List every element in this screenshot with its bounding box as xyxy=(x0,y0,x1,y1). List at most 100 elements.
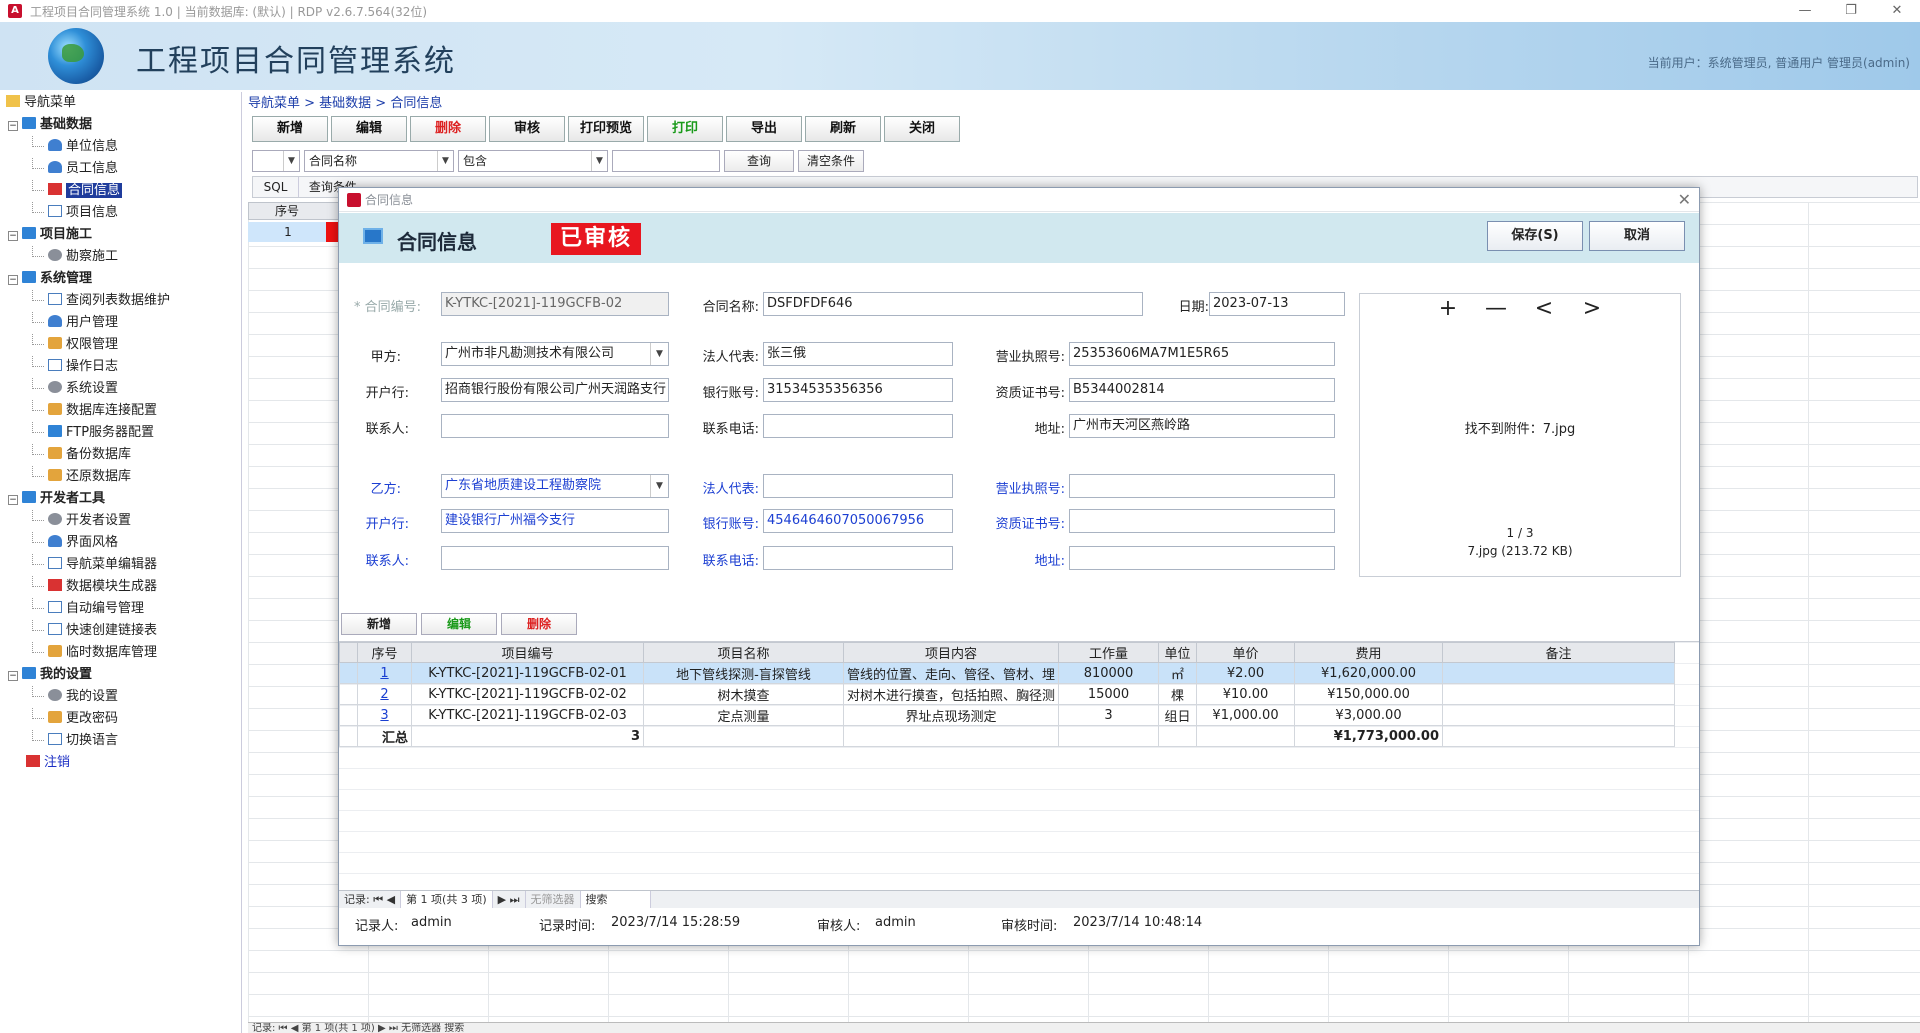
grid-row[interactable]: 1 xyxy=(248,222,328,242)
nav-item-backup[interactable]: 备份数据库 xyxy=(0,444,241,466)
a-phone-field[interactable] xyxy=(763,414,953,438)
operator-select[interactable]: 包含 ▼ xyxy=(458,150,608,172)
cancel-button[interactable]: 取消 xyxy=(1589,221,1685,251)
field-select[interactable]: 合同名称 ▼ xyxy=(304,150,454,172)
delete-button[interactable]: 删除 xyxy=(410,116,486,142)
nav-item-users[interactable]: 用户管理 xyxy=(0,312,241,334)
contract-name-field[interactable]: DSFDFDF646 xyxy=(763,292,1143,316)
filter-value-input[interactable] xyxy=(612,150,720,172)
zoom-out-icon[interactable]: — xyxy=(1483,296,1509,321)
contract-no-field[interactable]: K-YTKC-[2021]-119GCFB-02 xyxy=(441,292,669,316)
record-nav-first[interactable]: 记录: ⏮ ◀ xyxy=(339,891,402,908)
close-button[interactable]: 关闭 xyxy=(884,116,960,142)
b-contact-field[interactable] xyxy=(441,546,669,570)
collapse-icon[interactable]: − xyxy=(8,275,18,285)
close-window-button[interactable]: ✕ xyxy=(1874,0,1920,22)
nav-item-permissions[interactable]: 权限管理 xyxy=(0,334,241,356)
col-header-seq[interactable]: 序号 xyxy=(357,642,412,663)
paren-select[interactable]: ▼ xyxy=(252,150,300,172)
nav-item-menueditor[interactable]: 导航菜单编辑器 xyxy=(0,554,241,576)
nav-item-mysettings[interactable]: 我的设置 xyxy=(0,686,241,708)
a-legal-rep-field[interactable]: 张三俄 xyxy=(763,342,953,366)
row-selector-header[interactable] xyxy=(339,642,358,663)
nav-group-mysettings[interactable]: − 我的设置 xyxy=(0,664,241,686)
record-nav-next[interactable]: ▶ ⏭ xyxy=(493,891,526,908)
nav-group-basic[interactable]: − 基础数据 xyxy=(0,114,241,136)
record-position[interactable]: 第 1 项(共 3 项) xyxy=(401,891,493,908)
b-cert-field[interactable] xyxy=(1069,509,1335,533)
nav-item-modulegen[interactable]: 数据模块生成器 xyxy=(0,576,241,598)
party-a-select[interactable]: 广州市非凡勘测技术有限公司 ▼ xyxy=(441,342,669,366)
a-address-field[interactable]: 广州市天河区燕岭路 xyxy=(1069,414,1335,438)
prev-icon[interactable]: < xyxy=(1531,296,1557,321)
zoom-in-icon[interactable]: + xyxy=(1435,296,1461,321)
b-license-field[interactable] xyxy=(1069,474,1335,498)
nav-item-dbconn[interactable]: 数据库连接配置 xyxy=(0,400,241,422)
table-row[interactable]: 2 K-YTKC-[2021]-119GCFB-02-02 树木摸查 对树木进行… xyxy=(339,683,1676,705)
clear-filter-button[interactable]: 清空条件 xyxy=(798,150,865,172)
nav-item-language[interactable]: 切换语言 xyxy=(0,730,241,752)
col-header-price[interactable]: 单价 xyxy=(1196,642,1296,663)
a-cert-field[interactable]: B5344002814 xyxy=(1069,378,1335,402)
col-header-quantity[interactable]: 工作量 xyxy=(1058,642,1160,663)
nav-item-theme[interactable]: 界面风格 xyxy=(0,532,241,554)
nav-item-lookup[interactable]: 查阅列表数据维护 xyxy=(0,290,241,312)
minimize-button[interactable]: — xyxy=(1782,0,1828,22)
a-account-field[interactable]: 31534535356356 xyxy=(763,378,953,402)
b-bank-field[interactable]: 建设银行广州福今支行 xyxy=(441,509,669,533)
refresh-button[interactable]: 刷新 xyxy=(805,116,881,142)
nav-item-linktable[interactable]: 快速创建链接表 xyxy=(0,620,241,642)
search-input[interactable]: 搜索 xyxy=(580,891,651,908)
nav-logout[interactable]: 注销 xyxy=(0,752,241,774)
row-seq-link[interactable]: 2 xyxy=(357,683,412,705)
nav-group-system[interactable]: − 系统管理 xyxy=(0,268,241,290)
nav-group-dev[interactable]: − 开发者工具 xyxy=(0,488,241,510)
row-selector[interactable] xyxy=(339,683,358,705)
nav-item-ftp[interactable]: FTP服务器配置 xyxy=(0,422,241,444)
next-icon[interactable]: > xyxy=(1579,296,1605,321)
detail-edit-button[interactable]: 编辑 xyxy=(421,613,497,635)
export-button[interactable]: 导出 xyxy=(726,116,802,142)
a-bank-field[interactable]: 招商银行股份有限公司广州天润路支行 xyxy=(441,378,669,402)
col-header-cost[interactable]: 费用 xyxy=(1294,642,1444,663)
row-selector[interactable] xyxy=(339,662,358,684)
row-seq-link[interactable]: 3 xyxy=(357,704,412,726)
nav-item-survey[interactable]: 勘察施工 xyxy=(0,246,241,268)
table-row[interactable]: 1 K-YTKC-[2021]-119GCFB-02-01 地下管线探测-盲探管… xyxy=(339,662,1676,684)
col-header-unit[interactable]: 单位 xyxy=(1158,642,1198,663)
a-license-field[interactable]: 25353606MA7M1E5R65 xyxy=(1069,342,1335,366)
maximize-button[interactable]: ❐ xyxy=(1828,0,1874,22)
nav-item-restore[interactable]: 还原数据库 xyxy=(0,466,241,488)
a-contact-field[interactable] xyxy=(441,414,669,438)
nav-item-devsettings[interactable]: 开发者设置 xyxy=(0,510,241,532)
nav-item-contract[interactable]: 合同信息 xyxy=(0,180,241,202)
collapse-icon[interactable]: − xyxy=(8,671,18,681)
grid-header-seq[interactable]: 序号 xyxy=(248,202,340,220)
b-address-field[interactable] xyxy=(1069,546,1335,570)
nav-group-construction[interactable]: − 项目施工 xyxy=(0,224,241,246)
col-header-remark[interactable]: 备注 xyxy=(1442,642,1676,663)
date-field[interactable]: 2023-07-13 xyxy=(1209,292,1345,316)
nav-item-unit[interactable]: 单位信息 xyxy=(0,136,241,158)
col-header-content[interactable]: 项目内容 xyxy=(842,642,1060,663)
filter-indicator[interactable]: 无筛选器 xyxy=(526,891,581,908)
collapse-icon[interactable]: − xyxy=(8,231,18,241)
audit-button[interactable]: 审核 xyxy=(489,116,565,142)
nav-item-tempdb[interactable]: 临时数据库管理 xyxy=(0,642,241,664)
collapse-icon[interactable]: − xyxy=(8,495,18,505)
print-button[interactable]: 打印 xyxy=(647,116,723,142)
nav-item-autonum[interactable]: 自动编号管理 xyxy=(0,598,241,620)
row-seq-link[interactable]: 1 xyxy=(357,662,412,684)
b-account-field[interactable]: 4546464607050067956 xyxy=(763,509,953,533)
save-button[interactable]: 保存(S) xyxy=(1487,221,1583,251)
nav-item-oplog[interactable]: 操作日志 xyxy=(0,356,241,378)
col-header-code[interactable]: 项目编号 xyxy=(411,642,644,663)
print-preview-button[interactable]: 打印预览 xyxy=(568,116,644,142)
nav-item-project[interactable]: 项目信息 xyxy=(0,202,241,224)
col-header-name[interactable]: 项目名称 xyxy=(643,642,844,663)
nav-item-settings[interactable]: 系统设置 xyxy=(0,378,241,400)
collapse-icon[interactable]: − xyxy=(8,121,18,131)
nav-root[interactable]: 导航菜单 xyxy=(0,92,241,114)
row-selector[interactable] xyxy=(339,704,358,726)
b-legal-rep-field[interactable] xyxy=(763,474,953,498)
